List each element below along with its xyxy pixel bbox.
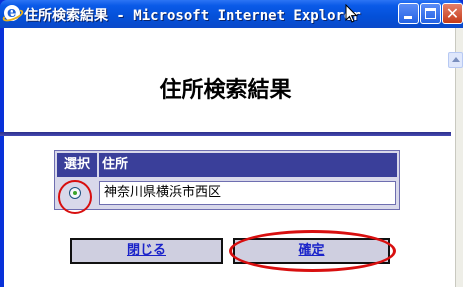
radio-highlight-circle: [58, 180, 92, 214]
maximize-button[interactable]: [420, 3, 441, 24]
header-address: 住所: [99, 153, 397, 177]
mouse-cursor-icon: [345, 4, 358, 23]
page-title: 住所検索結果: [159, 78, 292, 103]
scroll-up-button[interactable]: [448, 52, 463, 68]
maximize-icon: [425, 8, 436, 19]
ie-icon: e: [1, 3, 25, 24]
divider-rule: [0, 132, 451, 136]
scroll-up-icon: [452, 57, 460, 62]
address-cell: 神奈川県横浜市西区: [99, 181, 396, 205]
results-table: 選択 住所 神奈川県横浜市西区: [54, 150, 400, 210]
close-icon: ✕: [445, 4, 460, 23]
minimize-icon: [404, 16, 412, 19]
window-title: 住所検索結果 - Microsoft Internet Explorer: [24, 8, 361, 24]
close-button[interactable]: 閉じる: [70, 238, 223, 264]
confirm-highlight-circle: [229, 230, 396, 272]
title-bar: e 住所検索結果 - Microsoft Internet Explorer ✕: [0, 0, 463, 28]
close-window-button[interactable]: ✕: [442, 3, 463, 24]
minimize-button[interactable]: [398, 3, 419, 24]
header-select: 選択: [57, 153, 97, 177]
